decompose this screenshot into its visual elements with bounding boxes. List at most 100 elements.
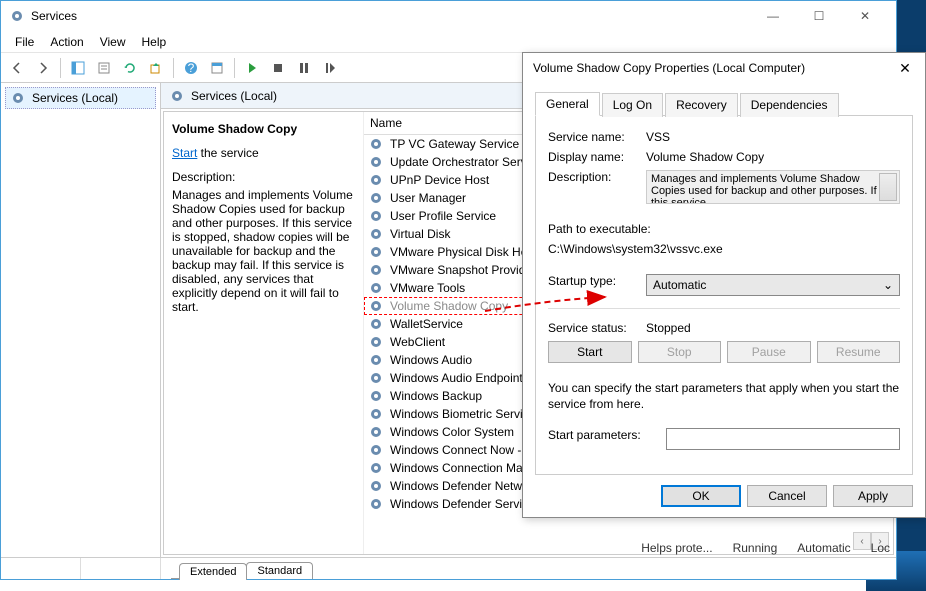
tab-dependencies[interactable]: Dependencies xyxy=(740,93,839,117)
gear-icon xyxy=(368,262,384,278)
properties-button[interactable] xyxy=(92,56,116,80)
service-name-cell: Windows Defender Networ... xyxy=(390,479,542,493)
refresh-button[interactable] xyxy=(118,56,142,80)
stop-button: Stop xyxy=(638,341,722,363)
tab-logon[interactable]: Log On xyxy=(602,93,663,117)
restart-service-button[interactable] xyxy=(318,56,342,80)
service-name-cell: Windows Audio Endpoint B... xyxy=(390,371,544,385)
gear-icon xyxy=(368,388,384,404)
description-box[interactable]: Manages and implements Volume Shadow Cop… xyxy=(646,170,900,204)
menu-action[interactable]: Action xyxy=(42,33,91,51)
console-tree: Services (Local) xyxy=(1,83,161,557)
gear-icon xyxy=(368,226,384,242)
service-name-cell: Windows Color System xyxy=(390,425,514,439)
gear-icon xyxy=(368,136,384,152)
tab-general[interactable]: General xyxy=(535,92,600,116)
gear-icon xyxy=(368,370,384,386)
back-button[interactable] xyxy=(5,56,29,80)
help-button[interactable]: ? xyxy=(179,56,203,80)
gear-icon xyxy=(368,172,384,188)
cancel-button[interactable]: Cancel xyxy=(747,485,827,507)
label-description: Description: xyxy=(548,170,638,184)
forward-button[interactable] xyxy=(31,56,55,80)
statusbar xyxy=(1,557,896,579)
label-display-name: Display name: xyxy=(548,150,638,164)
maximize-button[interactable]: ☐ xyxy=(796,1,842,31)
gear-icon xyxy=(368,244,384,260)
gear-icon xyxy=(368,352,384,368)
detail-pane: Volume Shadow Copy Start the service Des… xyxy=(164,112,364,554)
ok-button[interactable]: OK xyxy=(661,485,741,507)
apply-button[interactable]: Apply xyxy=(833,485,913,507)
tab-standard[interactable]: Standard xyxy=(246,562,313,579)
start-link[interactable]: Start xyxy=(172,146,197,160)
frag-status: Running xyxy=(733,541,778,555)
window-title: Services xyxy=(31,9,750,23)
column-name[interactable]: Name xyxy=(364,112,409,134)
minimize-button[interactable]: — xyxy=(750,1,796,31)
service-name-cell: VMware Tools xyxy=(390,281,465,295)
menu-help[interactable]: Help xyxy=(134,33,175,51)
service-name-cell: Windows Connect Now - C... xyxy=(390,443,543,457)
detail-title: Volume Shadow Copy xyxy=(172,122,355,136)
service-name-cell: Windows Backup xyxy=(390,389,482,403)
properties-dialog: Volume Shadow Copy Properties (Local Com… xyxy=(522,52,926,518)
svg-text:?: ? xyxy=(188,61,195,75)
gear-icon xyxy=(368,460,384,476)
titlebar[interactable]: Services — ☐ ✕ xyxy=(1,1,896,31)
service-name-cell: Update Orchestrator Service xyxy=(390,155,542,169)
resume-button: Resume xyxy=(817,341,901,363)
label-path: Path to executable: xyxy=(548,222,900,236)
dialog-title: Volume Shadow Copy Properties (Local Com… xyxy=(533,61,895,75)
tree-services-local[interactable]: Services (Local) xyxy=(5,87,156,109)
gear-icon xyxy=(368,208,384,224)
gear-icon xyxy=(368,442,384,458)
service-name-cell: User Profile Service xyxy=(390,209,496,223)
service-name-cell: UPnP Device Host xyxy=(390,173,489,187)
startup-type-value: Automatic xyxy=(653,278,706,292)
gear-icon xyxy=(368,478,384,494)
dialog-close-button[interactable]: ✕ xyxy=(895,60,915,77)
dialog-tabs: General Log On Recovery Dependencies xyxy=(535,91,913,116)
pause-button: Pause xyxy=(727,341,811,363)
gear-icon xyxy=(169,88,185,104)
desc-label: Description: xyxy=(172,170,355,184)
gear-icon xyxy=(368,406,384,422)
start-service-button[interactable] xyxy=(240,56,264,80)
dialog-titlebar[interactable]: Volume Shadow Copy Properties (Local Com… xyxy=(523,53,925,83)
tab-recovery[interactable]: Recovery xyxy=(665,93,738,117)
properties2-button[interactable] xyxy=(205,56,229,80)
service-name-cell: Windows Audio xyxy=(390,353,472,367)
show-hide-tree-button[interactable] xyxy=(66,56,90,80)
menu-view[interactable]: View xyxy=(92,33,134,51)
service-name-cell: User Manager xyxy=(390,191,466,205)
services-icon xyxy=(9,8,25,24)
stop-service-button[interactable] xyxy=(266,56,290,80)
tree-item-label: Services (Local) xyxy=(32,91,118,105)
pause-service-button[interactable] xyxy=(292,56,316,80)
frag-logon: Loc xyxy=(871,541,890,555)
export-button[interactable] xyxy=(144,56,168,80)
label-service-name: Service name: xyxy=(548,130,638,144)
start-button[interactable]: Start xyxy=(548,341,632,363)
gear-icon xyxy=(368,316,384,332)
label-status: Service status: xyxy=(548,321,638,335)
service-name-cell: WalletService xyxy=(390,317,463,331)
service-name-cell: VMware Snapshot Provider xyxy=(390,263,536,277)
dialog-footer: OK Cancel Apply xyxy=(535,475,913,507)
service-name-cell: Volume Shadow Copy xyxy=(390,299,508,313)
menu-file[interactable]: File xyxy=(7,33,42,51)
gear-icon xyxy=(368,334,384,350)
gear-icon xyxy=(368,298,384,314)
start-params-input[interactable] xyxy=(666,428,900,450)
gear-icon xyxy=(368,280,384,296)
visible-row-fragment: Helps prote... Running Automatic Loc xyxy=(161,541,896,555)
label-start-params: Start parameters: xyxy=(548,428,658,442)
close-button[interactable]: ✕ xyxy=(842,1,888,31)
startup-type-combo[interactable]: Automatic xyxy=(646,274,900,296)
menubar: File Action View Help xyxy=(1,31,896,53)
gear-icon xyxy=(368,424,384,440)
gear-icon xyxy=(10,90,26,106)
frag-desc: Helps prote... xyxy=(641,541,712,555)
tab-general-content: Service name: VSS Display name: Volume S… xyxy=(535,116,913,475)
